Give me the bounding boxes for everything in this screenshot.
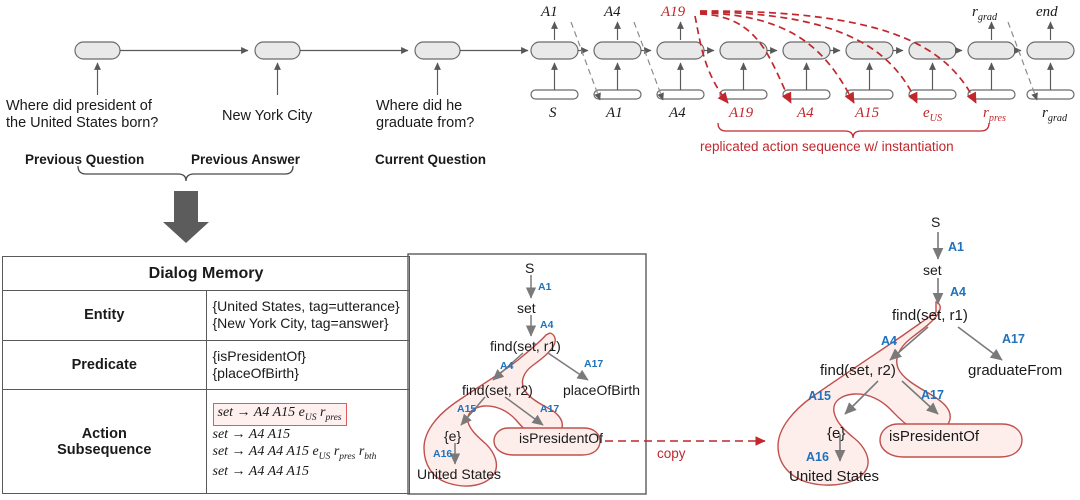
decoder-input-A19: A19 <box>729 105 754 121</box>
left-tree-edge-label-A1: A1 <box>538 281 552 293</box>
right-tree-edge-label-A17-right: A17 <box>1002 332 1025 346</box>
row-label-predicate: Predicate <box>2 339 207 391</box>
decoder-output-rgrad: rgrad <box>972 4 998 23</box>
predicate-line-1: {isPresidentOf} <box>212 347 306 364</box>
right-tree-node-S: S <box>931 214 941 230</box>
right-tree-edge-label-A4-top: A4 <box>950 285 966 299</box>
previous-answer-role: Previous Answer <box>191 152 301 167</box>
left-tree-node-S: S <box>525 260 535 276</box>
right-tree-edge-label-A15: A15 <box>808 389 831 403</box>
entity-line-2: {New York City, tag=answer} <box>212 315 389 332</box>
row-label-entity: Entity <box>2 290 207 341</box>
left-tree-node-find-r2: find(set, r2) <box>462 382 533 398</box>
right-tree-edge-label-A17-lower: A17 <box>921 388 944 402</box>
left-tree-node-e: {e} <box>444 428 462 444</box>
table-row: Action Subsequence set → A4 A15 eUS rpre… <box>2 389 410 494</box>
decoder-output-A19: A19 <box>661 4 686 20</box>
right-tree-node-graduateFrom: graduateFrom <box>968 362 1063 379</box>
right-tree-node-United-States: United States <box>789 468 880 485</box>
action-subsequence-line-4: set → A4 A4 A15 <box>212 464 309 480</box>
current-question-text: Where did he graduate from? <box>376 98 475 132</box>
right-tree-node-find-r1: find(set, r1) <box>892 307 968 324</box>
left-tree-edge-label-A4-mid: A4 <box>500 360 514 372</box>
dialog-memory-title: Dialog Memory <box>2 255 410 292</box>
left-tree-edge-label-A17-lower: A17 <box>540 403 560 415</box>
left-tree-edge-label-A16: A16 <box>433 448 453 460</box>
action-subsequence-line-1: set → A4 A15 eUS rpres <box>212 403 404 426</box>
decoder-input-A15: A15 <box>855 105 880 121</box>
replicated-brace <box>717 122 990 139</box>
previous-question-role: Previous Question <box>25 152 145 167</box>
decoder-output-A1: A1 <box>541 4 558 20</box>
replicated-sequence-caption: replicated action sequence w/ instantiat… <box>700 139 954 154</box>
action-subsequence-line-2: set → A4 A15 <box>212 426 291 442</box>
decoder-up-input-arrows <box>551 62 1054 90</box>
right-tree-node-isPresidentOf: isPresidentOf <box>889 428 980 445</box>
right-tree-edge-label-A1: A1 <box>948 240 964 254</box>
decoder-input-rpres: rpres <box>983 105 1007 124</box>
predicate-line-2: {placeOfBirth} <box>212 364 299 381</box>
action-subsequence-line-3: set → A4 A4 A15 eUS rpres rbth <box>212 443 377 462</box>
current-question-role: Current Question <box>375 152 487 167</box>
previous-question-text: Where did president of the United States… <box>6 98 159 132</box>
decoder-input-S: S <box>549 105 557 121</box>
left-tree-node-isPresidentOf: isPresidentOf <box>519 430 604 446</box>
row-label-action-subsequence: Action Subsequence <box>2 389 207 494</box>
left-tree-node-find-r1: find(set, r1) <box>490 338 561 354</box>
decoder-input-rgrad: rgrad <box>1042 105 1068 124</box>
left-tree-node-United-States: United States <box>417 466 502 482</box>
previous-answer-text: New York City <box>222 108 313 124</box>
decoder-input-A1: A1 <box>606 105 623 121</box>
entity-line-1: {United States, tag=utterance} <box>212 298 400 315</box>
left-tree-node-set: set <box>517 300 536 316</box>
left-tree-node-placeOfBirth: placeOfBirth <box>563 382 641 398</box>
right-tree-node-e: {e} <box>827 425 846 442</box>
table-row: Entity {United States, tag=utterance} {N… <box>2 290 410 341</box>
dialog-memory-table: Dialog Memory Entity {United States, tag… <box>2 255 410 494</box>
row-value-action-subsequence: set → A4 A15 eUS rpres set → A4 A15 set … <box>205 389 410 494</box>
decoder-output-A4: A4 <box>604 4 621 20</box>
utterance-input-arrows <box>94 62 441 95</box>
down-arrow-to-memory <box>163 191 209 243</box>
left-tree-edge-label-A15: A15 <box>457 403 477 415</box>
right-tree-node-set: set <box>923 262 942 278</box>
decoder-input-A4: A4 <box>669 105 686 121</box>
right-tree-edge-label-A16: A16 <box>806 450 829 464</box>
copy-label: copy <box>657 446 686 461</box>
decoder-output-end: end <box>1036 4 1058 20</box>
left-tree-edge-label-A4-top: A4 <box>540 319 554 331</box>
left-tree-edge-label-A17-right: A17 <box>584 358 604 370</box>
table-row: Dialog Memory <box>2 255 410 292</box>
right-tree-node-find-r2: find(set, r2) <box>820 362 896 379</box>
decoder-cells <box>530 41 1075 60</box>
right-tree-edge-label-A4-mid: A4 <box>881 334 897 348</box>
decoder-input-eUS: eUS <box>923 105 943 124</box>
table-row: Predicate {isPresidentOf} {placeOfBirth} <box>2 339 410 391</box>
brace-previous <box>77 165 294 182</box>
row-value-entity: {United States, tag=utterance} {New York… <box>205 290 410 341</box>
decoder-input-A4-replicated: A4 <box>797 105 814 121</box>
decoder-output-arrows <box>551 21 1054 40</box>
decoder-input-bars <box>530 89 1075 100</box>
row-value-predicate: {isPresidentOf} {placeOfBirth} <box>205 339 410 391</box>
